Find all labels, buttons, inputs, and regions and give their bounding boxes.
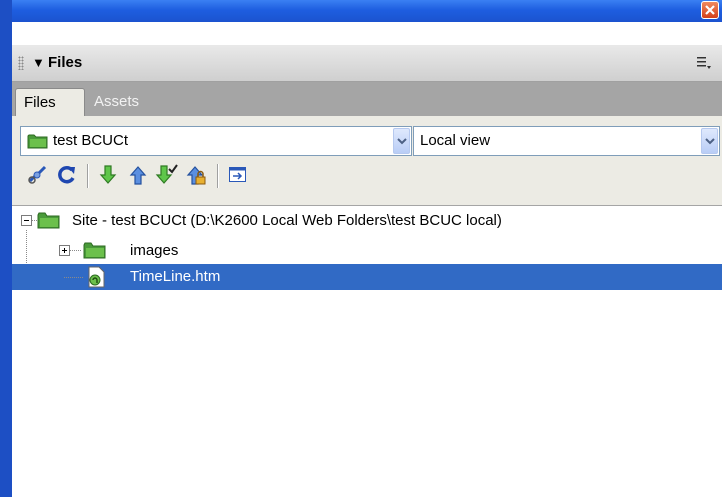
tab-files[interactable]: Files <box>15 88 85 116</box>
site-folder-icon <box>27 134 48 149</box>
refresh-button[interactable] <box>55 162 79 188</box>
expand-toggle[interactable] <box>59 245 70 256</box>
view-select[interactable]: Local view <box>413 126 720 156</box>
refresh-icon <box>58 165 75 184</box>
site-select-value: test BCUCt <box>53 132 129 149</box>
window-left-border <box>0 0 12 497</box>
tree-connector <box>64 277 84 278</box>
expand-panel-button[interactable] <box>226 162 250 188</box>
file-tree: Site - test BCUCt (D:\K2600 Local Web Fo… <box>12 206 722 497</box>
get-files-icon <box>99 165 117 184</box>
collapse-arrow-icon[interactable]: ▼ <box>32 55 45 70</box>
collapse-toggle[interactable] <box>21 215 32 226</box>
site-folder-icon <box>37 212 60 229</box>
panel-grip-handle[interactable] <box>18 56 24 70</box>
panel-tab-bar: Files Assets <box>12 82 722 116</box>
tree-row-site-root[interactable]: Site - test BCUCt (D:\K2600 Local Web Fo… <box>12 208 722 234</box>
chevron-down-icon <box>705 138 715 145</box>
site-select-dropdown-button[interactable] <box>393 128 410 154</box>
folder-label: images <box>130 242 179 259</box>
close-button[interactable] <box>701 1 719 19</box>
put-files-icon <box>129 166 147 185</box>
files-toolbar: test BCUCt Local view <box>12 116 722 206</box>
window-titlebar[interactable] <box>12 0 722 22</box>
check-in-icon <box>186 166 206 185</box>
tab-assets[interactable]: Assets <box>86 88 147 116</box>
view-select-dropdown-button[interactable] <box>701 128 718 154</box>
panel-options-menu-icon[interactable] <box>696 55 712 71</box>
check-out-icon <box>155 164 178 184</box>
check-out-button[interactable] <box>155 162 179 188</box>
connect-button[interactable] <box>26 162 50 188</box>
chevron-down-icon <box>397 138 407 145</box>
toolbar-separator <box>87 164 89 188</box>
html-file-icon <box>88 266 105 288</box>
get-files-button[interactable] <box>96 162 120 188</box>
check-in-button[interactable] <box>184 162 208 188</box>
put-files-button[interactable] <box>126 162 150 188</box>
tree-row-file[interactable]: TimeLine.htm <box>12 264 722 290</box>
tree-row-folder[interactable]: images <box>12 238 722 264</box>
folder-icon <box>83 242 106 259</box>
view-select-value: Local view <box>420 132 491 149</box>
expand-panel-icon <box>229 167 246 182</box>
close-icon <box>705 5 715 15</box>
files-panel-header[interactable]: ▼ Files <box>12 44 722 82</box>
tree-connector <box>70 250 82 251</box>
site-select[interactable]: test BCUCt <box>20 126 412 156</box>
site-root-label: Site - test BCUCt (D:\K2600 Local Web Fo… <box>72 212 502 229</box>
file-label: TimeLine.htm <box>130 268 221 285</box>
panel-title: Files <box>48 54 83 71</box>
connect-icon <box>28 165 47 184</box>
toolbar-separator <box>217 164 219 188</box>
